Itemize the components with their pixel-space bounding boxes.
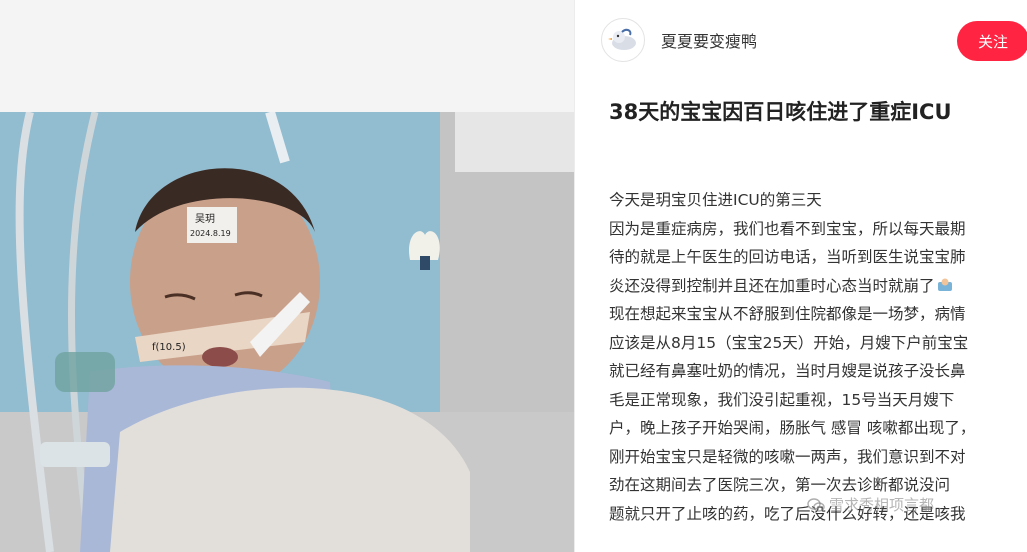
note-line: 因为是重症病房，我们也看不到宝宝，所以每天最期 xyxy=(609,219,966,238)
note-line-text: 炎还没得到控制并且还在加重时心态当时就崩了 xyxy=(609,276,935,295)
author-avatar[interactable] xyxy=(601,18,645,62)
watermark-text: 雪求秀相项言都 xyxy=(829,496,935,514)
note-body: 今天是玥宝贝住进ICU的第三天 因为是重症病房，我们也看不到宝宝，所以每天最期 … xyxy=(609,186,1019,528)
note-photo[interactable]: 吴玥 2024.8.19 f(10.5) xyxy=(0,112,574,552)
note-line: 刚开始宝宝只是轻微的咳嗽一两声，我们意识到不对 xyxy=(609,447,966,466)
note-detail-panel: 夏夏要变瘦鸭 关注 38天的宝宝因百日咳住进了重症ICU 今天是玥宝贝住进ICU… xyxy=(575,0,1027,552)
note-line: 就已经有鼻塞吐奶的情况，当时月嫂是说孩子没长鼻 xyxy=(609,362,966,380)
duck-avatar-icon xyxy=(608,28,636,50)
cheek-label: f(10.5) xyxy=(152,342,186,353)
note-line: 户，晚上孩子开始哭闹，肠胀气 感冒 咳嗽都出现了， xyxy=(609,419,976,437)
media-panel: 吴玥 2024.8.19 f(10.5) xyxy=(0,0,574,552)
watermark: 雪求秀相项言都 xyxy=(807,494,934,515)
note-title: 38天的宝宝因百日咳住进了重症ICU xyxy=(609,100,952,124)
forehead-label-1: 吴玥 xyxy=(195,213,215,225)
note-line: 待的就是上午医生的回访电话，当听到医生说宝宝肺 xyxy=(609,248,966,266)
wechat-icon xyxy=(807,497,825,512)
author-info[interactable]: 夏夏要变瘦鸭 xyxy=(601,18,757,62)
emoji-icon xyxy=(937,274,953,291)
follow-button[interactable]: 关注 xyxy=(957,21,1027,61)
note-line: 炎还没得到控制并且还在加重时心态当时就崩了 xyxy=(609,272,1019,301)
author-name[interactable]: 夏夏要变瘦鸭 xyxy=(661,28,757,52)
note-line: 应该是从8月15（宝宝25天）开始，月嫂下户前宝宝 xyxy=(609,333,969,352)
forehead-label-2: 2024.8.19 xyxy=(190,229,231,238)
note-line: 今天是玥宝贝住进ICU的第三天 xyxy=(609,191,822,209)
baby-photo-illustration: 吴玥 2024.8.19 f(10.5) xyxy=(0,112,574,552)
note-line: 毛是正常现象，我们没引起重视，15号当天月嫂下 xyxy=(609,390,955,409)
note-line: 现在想起来宝宝从不舒服到住院都像是一场梦，病情 xyxy=(609,305,966,323)
